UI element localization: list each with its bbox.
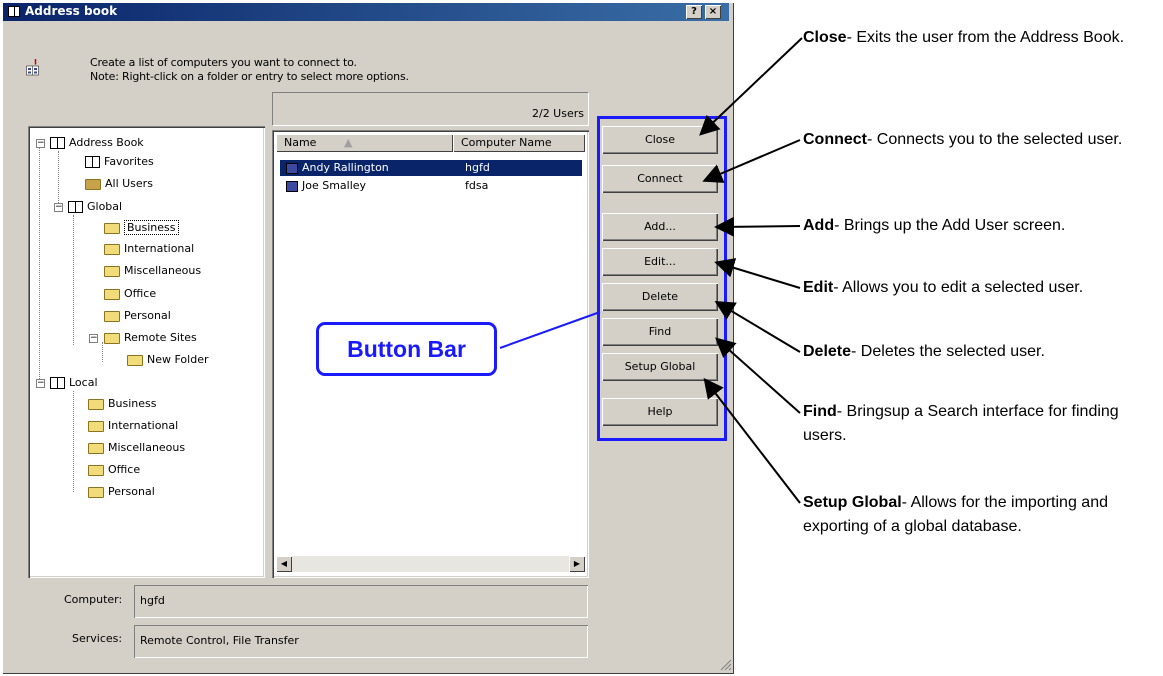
callout-connector: [499, 311, 601, 349]
button-bar-callout: Button Bar: [316, 322, 497, 376]
annotation-find: Find- Bringsup a Search interface for fi…: [803, 403, 1119, 444]
arrow-connect: [702, 139, 801, 183]
arrow-edit: [714, 258, 801, 289]
arrow-find: [715, 337, 801, 414]
annotation-setup-global: Setup Global- Allows for the importing a…: [803, 494, 1108, 535]
annotation-close: Close- Exits the user from the Address B…: [803, 29, 1125, 46]
annotation-edit: Edit- Allows you to edit a selected user…: [803, 279, 1084, 296]
arrow-add: [714, 216, 801, 237]
arrow-delete: [714, 300, 801, 353]
annotation-delete: Delete- Deletes the selected user.: [803, 343, 1045, 360]
annotation-connect: Connect- Connects you to the selected us…: [803, 131, 1123, 148]
arrow-close: [699, 37, 803, 136]
annotation-arrows: [499, 37, 803, 504]
annotation-add: Add- Brings up the Add User screen.: [803, 217, 1066, 234]
